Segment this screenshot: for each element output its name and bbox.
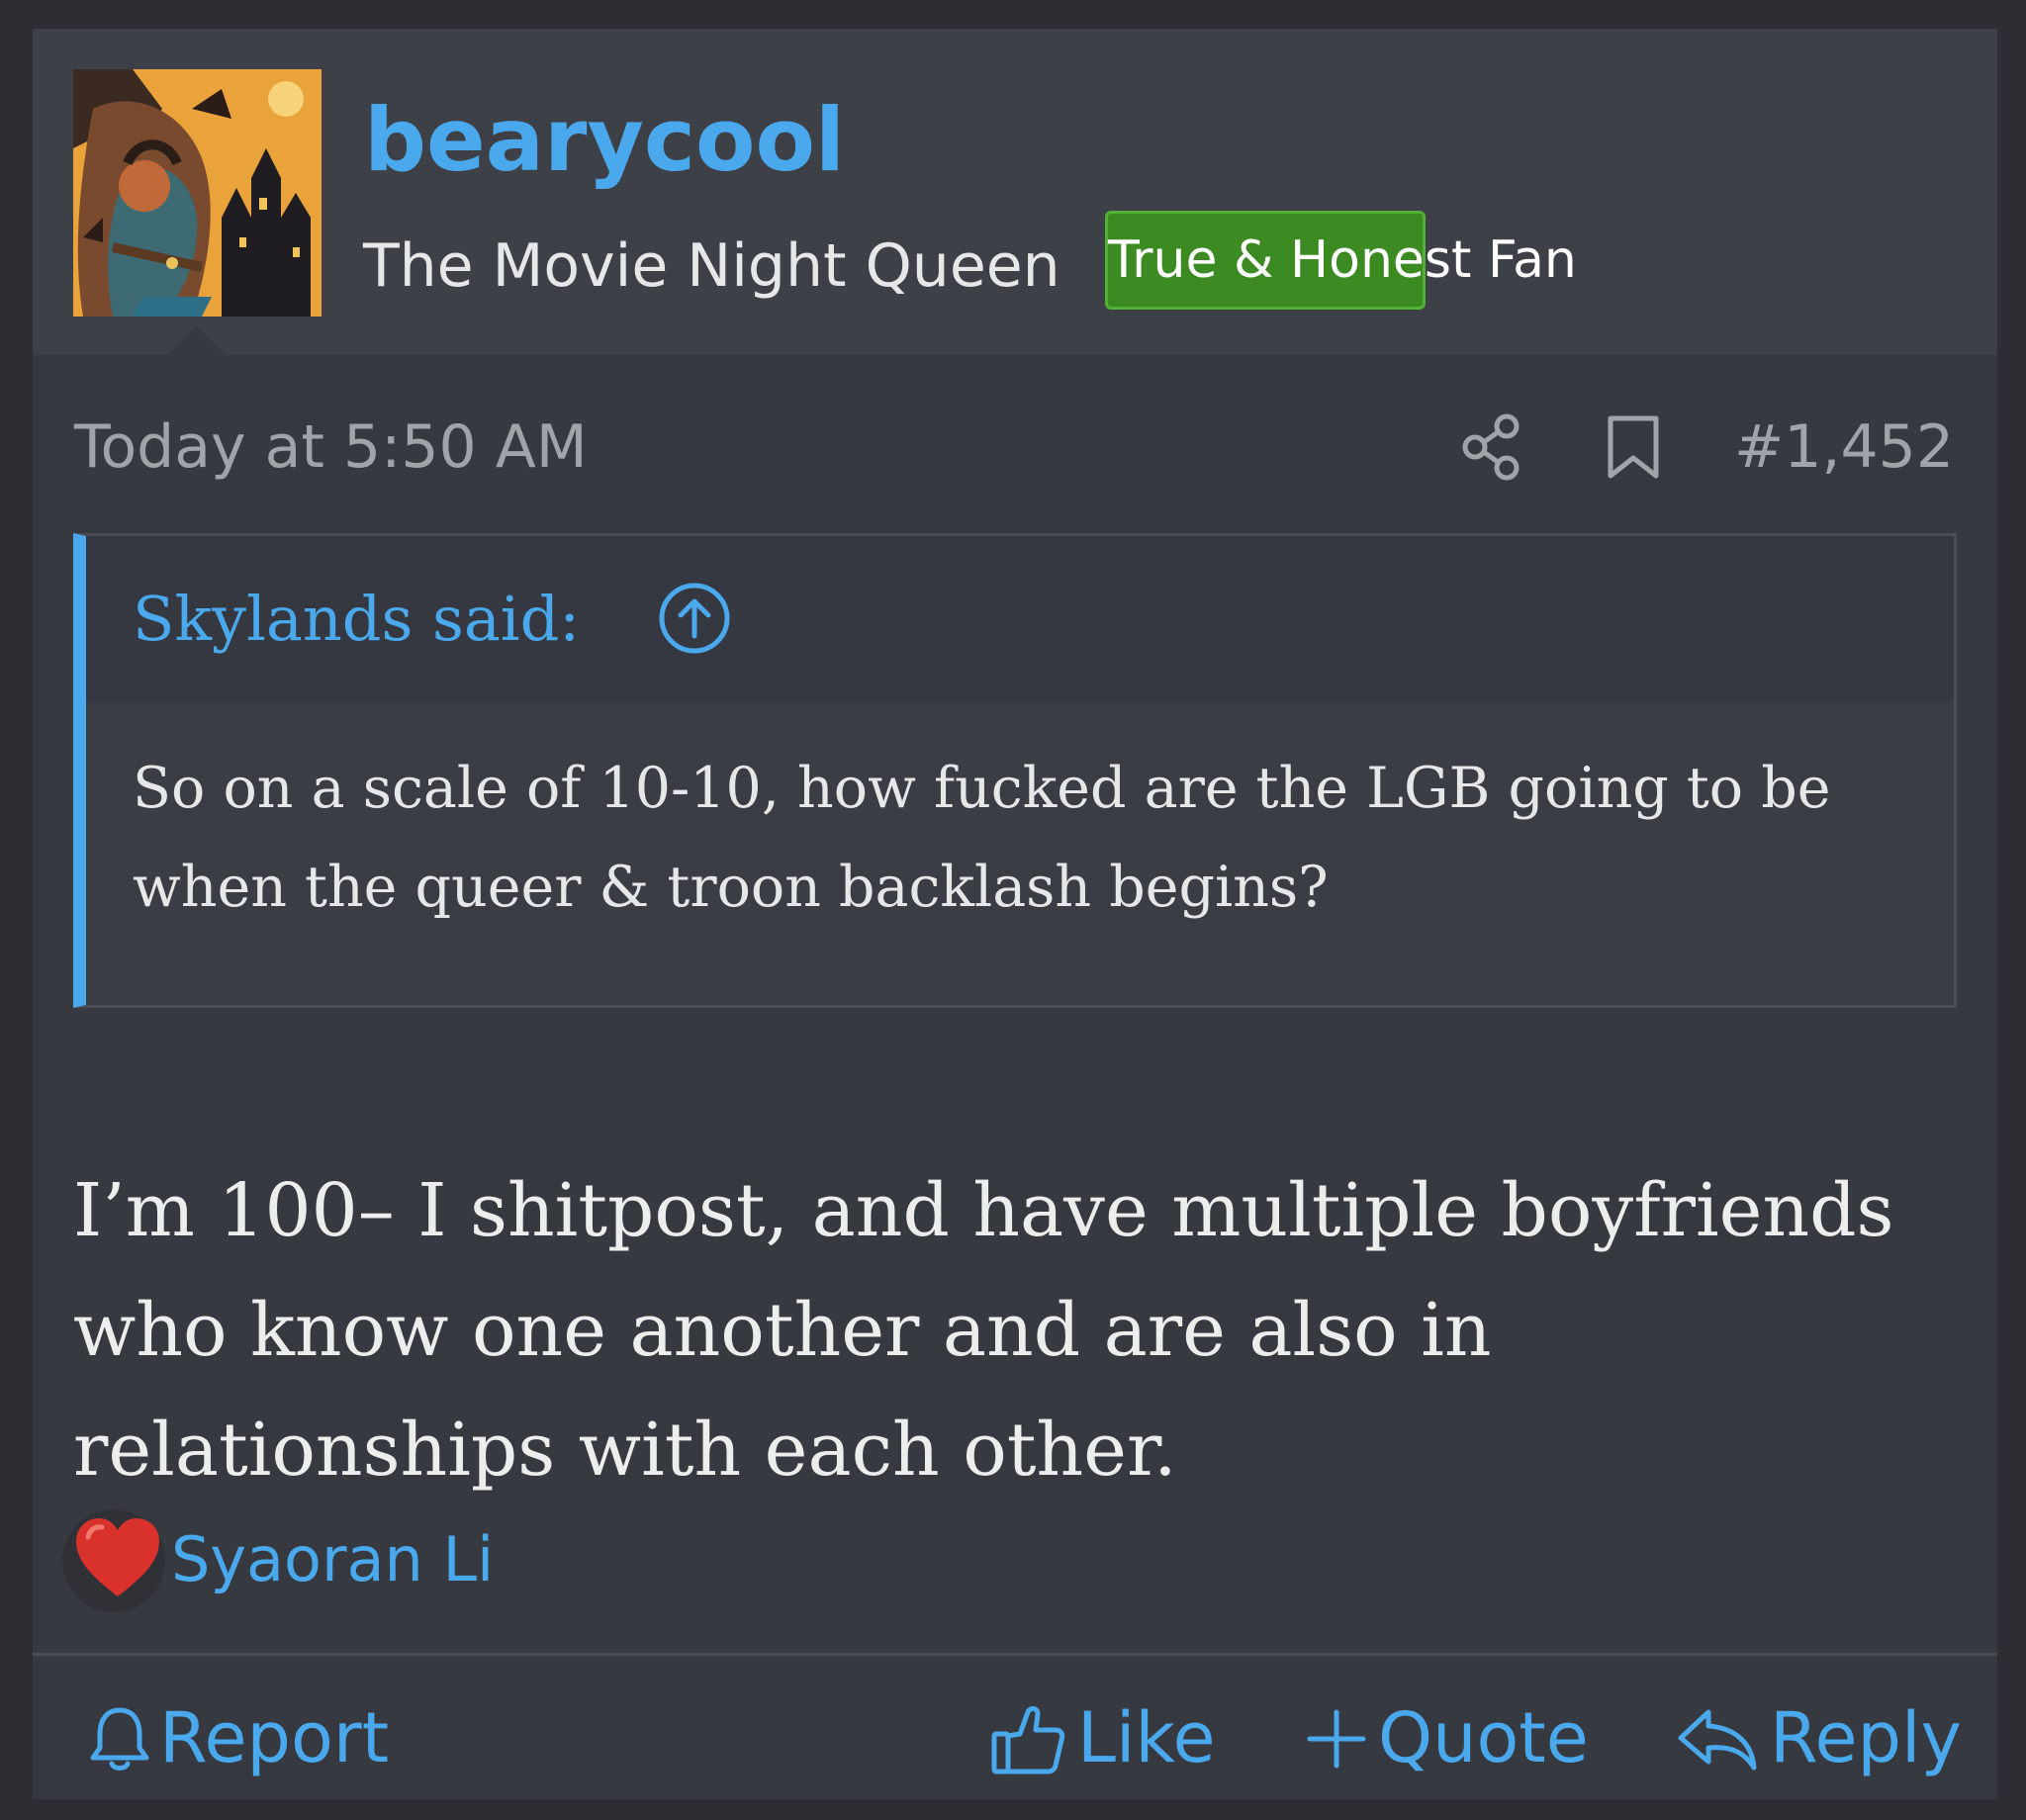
header-pointer <box>167 325 227 355</box>
thumbs-up-icon <box>991 1706 1065 1774</box>
like-button[interactable]: Like <box>990 1690 1247 1785</box>
post-body-text: I’m 100– I shitpost, and have multiple b… <box>73 1168 1894 1493</box>
post-card: bearycool The Movie Night Queen True & H… <box>33 29 1997 1799</box>
post-user-header: bearycool The Movie Night Queen True & H… <box>33 29 1997 355</box>
username-link[interactable]: bearycool <box>364 86 845 195</box>
plus-icon <box>1307 1709 1366 1769</box>
heart-icon <box>76 1518 159 1596</box>
reply-icon <box>1678 1709 1757 1771</box>
arrow-up-circle-icon[interactable] <box>657 581 732 656</box>
report-label: Report <box>159 1697 390 1778</box>
post-number-link[interactable]: #1,452 <box>1734 408 1954 487</box>
post-date-link[interactable]: Today at 5:50 AM <box>74 408 588 487</box>
quote-block: Skylands said: So on a scale of 10-10, h… <box>73 533 1957 1008</box>
quote-author-link[interactable]: Skylands said: <box>133 580 580 659</box>
reaction-user-link[interactable]: Syaoran Li <box>171 1520 494 1599</box>
user-banner: True & Honest Fan <box>1105 211 1577 310</box>
report-button[interactable]: Report <box>88 1690 405 1785</box>
avatar[interactable] <box>73 69 322 317</box>
avatar-illustration <box>73 69 322 317</box>
quote-text: So on a scale of 10-10, how fucked are t… <box>133 756 1831 920</box>
like-label: Like <box>1077 1697 1216 1778</box>
reply-button[interactable]: Reply <box>1675 1690 1972 1785</box>
bell-icon <box>90 1707 149 1771</box>
footer-divider <box>33 1653 1997 1656</box>
quote-button[interactable]: Quote <box>1307 1690 1623 1785</box>
quote-label: Quote <box>1378 1697 1589 1778</box>
quote-header: Skylands said: <box>86 536 1954 702</box>
user-title: The Movie Night Queen <box>363 231 1060 301</box>
bookmark-icon[interactable] <box>1599 412 1668 482</box>
reply-label: Reply <box>1770 1697 1962 1778</box>
share-icon[interactable] <box>1457 412 1526 482</box>
